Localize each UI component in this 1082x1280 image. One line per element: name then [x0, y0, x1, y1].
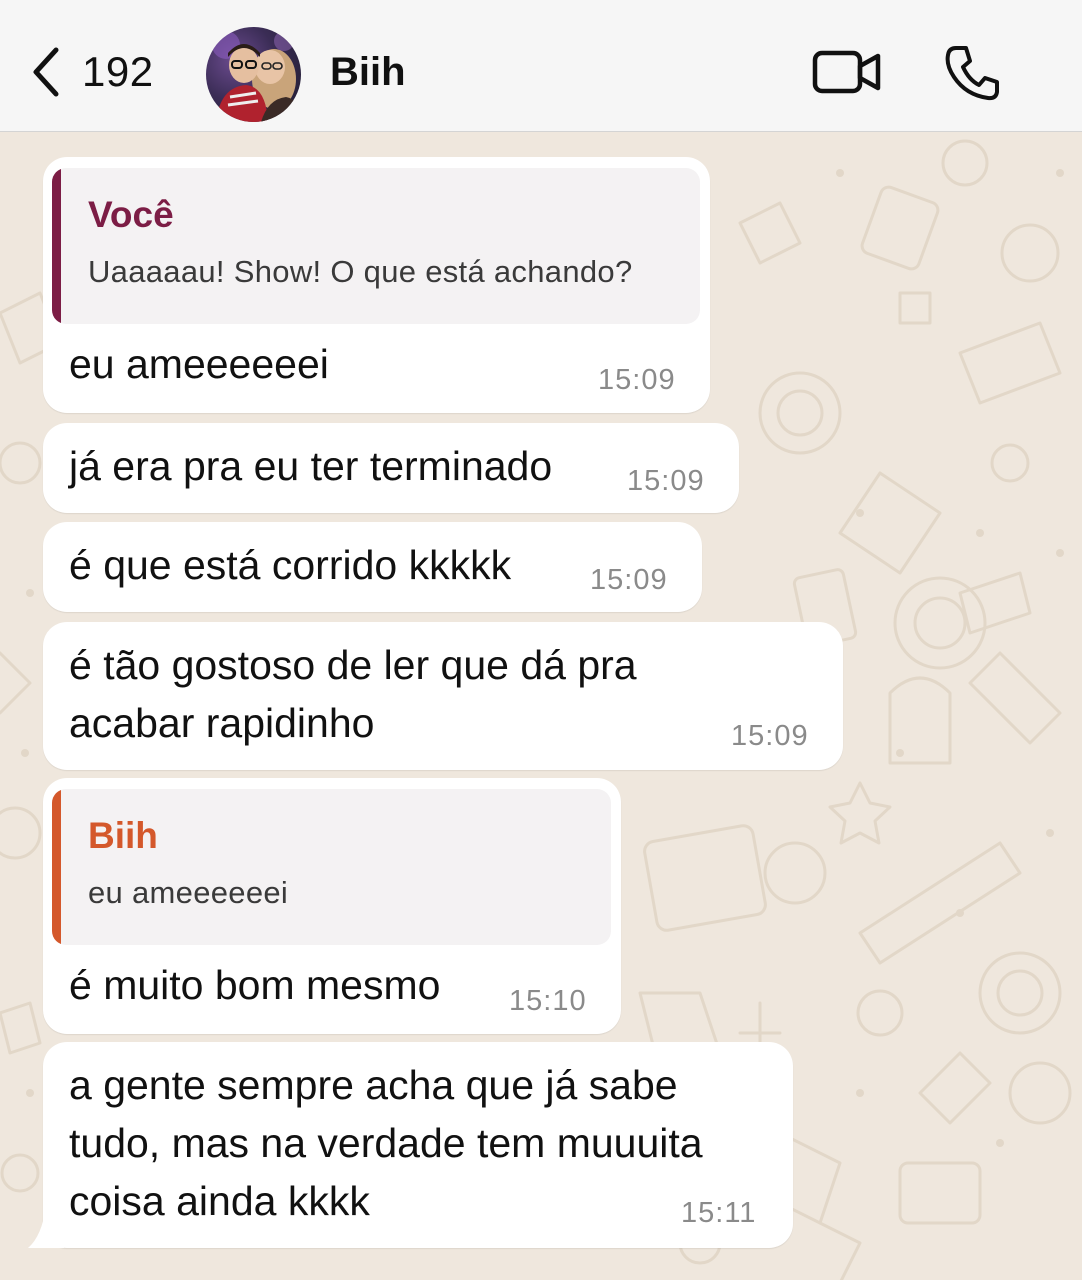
message-bubble[interactable]: Você Uaaaaau! Show! O que está achando? …: [43, 157, 710, 413]
message-time: 15:10: [509, 985, 587, 1017]
message-bubble[interactable]: é que está corrido kkkkk 15:09: [43, 522, 702, 612]
back-button[interactable]: 192: [28, 44, 154, 100]
message-time: 15:09: [590, 564, 668, 596]
unread-count: 192: [82, 48, 154, 95]
quote-bar: [52, 168, 61, 324]
contact-name[interactable]: Biih: [330, 50, 406, 95]
voice-call-button[interactable]: [944, 44, 1000, 107]
quoted-message[interactable]: Biih eu ameeeeeei: [52, 789, 611, 945]
message-text: é tão gostoso de ler que dá pra acabar r…: [69, 642, 637, 746]
quote-bar: [52, 789, 61, 945]
message-text: a gente sempre acha que já sabe tudo, ma…: [69, 1062, 703, 1224]
message-time: 15:11: [681, 1197, 757, 1229]
phone-icon: [944, 46, 1000, 106]
chat-header: 192 Biih: [0, 0, 1082, 132]
video-call-button[interactable]: [812, 48, 882, 101]
message-bubble[interactable]: a gente sempre acha que já sabe tudo, ma…: [43, 1042, 793, 1248]
quote-author: Você: [88, 194, 174, 235]
message-bubble[interactable]: Biih eu ameeeeeei é muito bom mesmo 15:1…: [43, 778, 621, 1034]
bubble-tail: [28, 1206, 64, 1248]
quoted-message[interactable]: Você Uaaaaau! Show! O que está achando?: [52, 168, 700, 324]
quote-text: Uaaaaau! Show! O que está achando?: [88, 254, 633, 289]
quote-author: Biih: [88, 815, 158, 856]
chevron-left-icon: [28, 44, 62, 100]
video-camera-icon: [812, 50, 882, 100]
quote-text: eu ameeeeeei: [88, 875, 289, 910]
message-time: 15:09: [598, 364, 676, 396]
avatar[interactable]: [206, 27, 301, 122]
message-bubble[interactable]: já era pra eu ter terminado 15:09: [43, 423, 739, 513]
message-time: 15:09: [731, 720, 809, 752]
message-text: já era pra eu ter terminado: [69, 443, 553, 489]
message-time: 15:09: [627, 465, 705, 497]
message-text: eu ameeeeeei: [69, 341, 329, 387]
message-bubble[interactable]: é tão gostoso de ler que dá pra acabar r…: [43, 622, 843, 770]
message-text: é muito bom mesmo: [69, 962, 441, 1008]
message-text: é que está corrido kkkkk: [69, 542, 512, 588]
